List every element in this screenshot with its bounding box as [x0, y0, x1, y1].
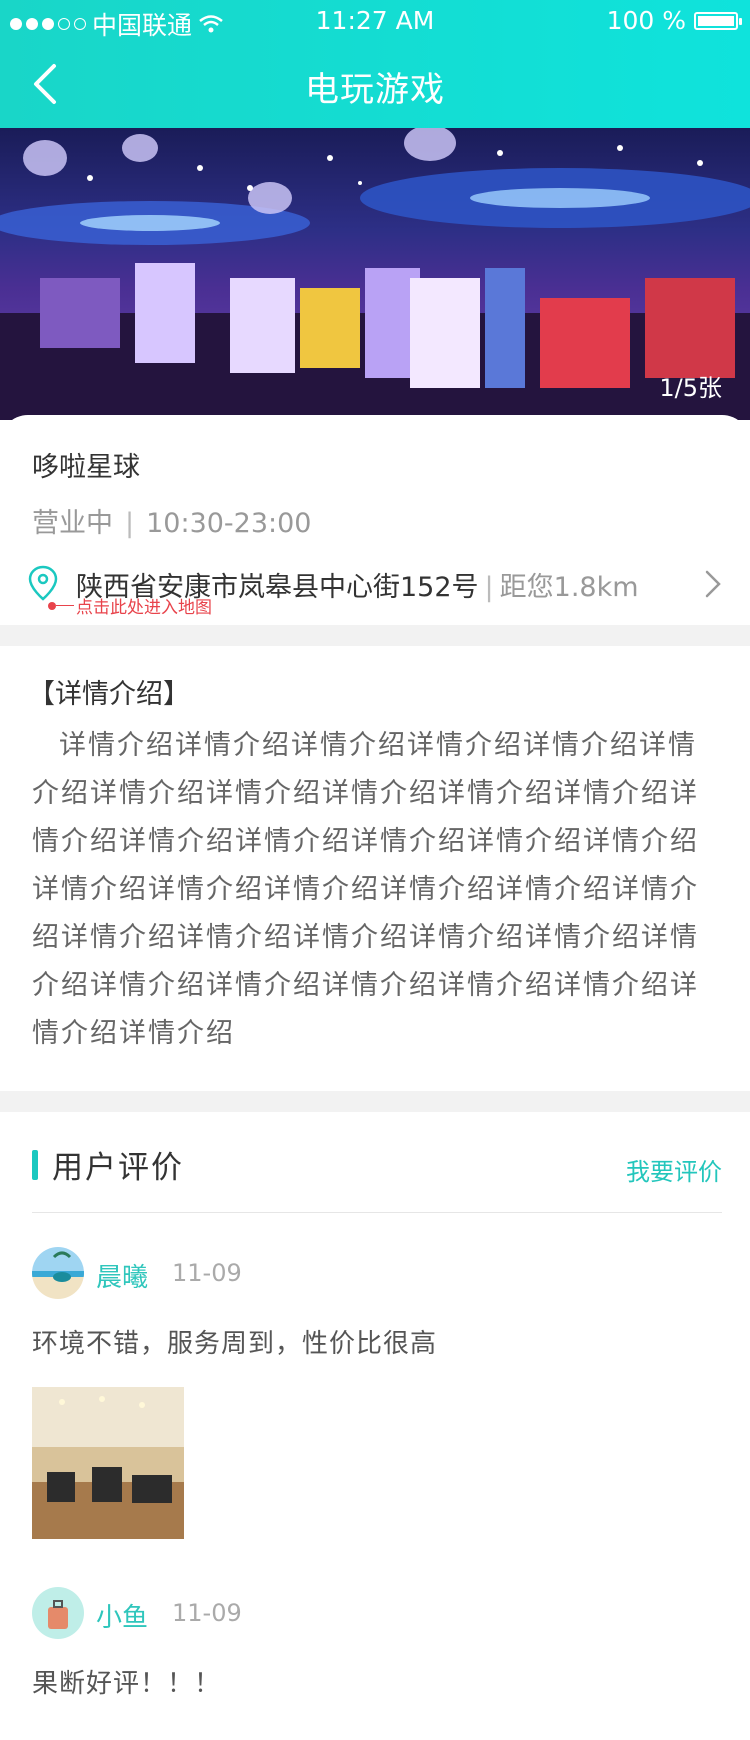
distance-separator: |: [484, 572, 494, 603]
section-divider: [0, 625, 750, 646]
nav-bar: 电玩游戏: [0, 40, 750, 128]
section-accent-bar: [32, 1150, 38, 1180]
header-bar: 中国联通 11:27 AM 100 % 电玩游戏: [0, 0, 750, 128]
reviewer-name: 小鱼: [96, 1603, 149, 1633]
reviews-divider: [32, 1212, 722, 1213]
detail-body: 详情介绍详情介绍详情介绍详情介绍详情介绍详情介绍详情介绍详情介绍详情介绍详情介绍…: [32, 730, 699, 1049]
chevron-right-icon: [705, 570, 721, 598]
page-title: 电玩游戏: [305, 70, 445, 110]
reviews-section: 用户评价 我要评价 晨曦 11-09 环境不错，服务周到，性价比很高 小鱼 11…: [0, 1112, 750, 1740]
venue-photo-gallery[interactable]: [0, 128, 750, 420]
arcade-photo: [0, 128, 750, 420]
business-hours: 营业中 | 10:30-23:00: [32, 501, 311, 540]
map-hint-annotation: 点击此处进入地图: [48, 593, 212, 618]
review-text: 环境不错，服务周到，性价比很高: [32, 1329, 438, 1359]
distance: 距您1.8km: [499, 572, 639, 603]
shop-name: 哆啦星球: [32, 452, 140, 483]
open-status: 营业中: [32, 508, 113, 539]
review-item: 晨曦 11-09 环境不错，服务周到，性价比很高: [32, 1247, 722, 1547]
detail-title: 【详情介绍】: [28, 679, 190, 710]
review-photo[interactable]: [32, 1387, 184, 1539]
reviewer-name: 晨曦: [96, 1263, 149, 1293]
map-hint-text: 点击此处进入地图: [76, 598, 212, 618]
review-item: 小鱼 11-09 果断好评！！！: [32, 1587, 722, 1707]
gym-photo: [32, 1387, 184, 1539]
beach-avatar-icon: [32, 1247, 84, 1299]
review-text: 果断好评！！！: [32, 1669, 222, 1699]
photo-counter: 1/5张: [659, 374, 722, 402]
avatar[interactable]: [32, 1247, 84, 1299]
battery-icon: [694, 11, 742, 30]
reviews-title: 用户评价: [52, 1150, 184, 1186]
review-date: 11-09: [172, 1259, 242, 1287]
review-date: 11-09: [172, 1599, 242, 1627]
status-bar: 中国联通 11:27 AM 100 %: [0, 0, 750, 40]
hours-separator: |: [125, 508, 135, 539]
battery-percentage: 100 %: [606, 6, 686, 35]
detail-section: 【详情介绍】 详情介绍详情介绍详情介绍详情介绍详情介绍详情介绍详情介绍详情介绍详…: [0, 646, 750, 1091]
opening-hours: 10:30-23:00: [146, 508, 312, 539]
suitcase-avatar-icon: [32, 1587, 84, 1639]
avatar[interactable]: [32, 1587, 84, 1639]
write-review-link[interactable]: 我要评价: [626, 1152, 722, 1187]
section-divider: [0, 1091, 750, 1112]
